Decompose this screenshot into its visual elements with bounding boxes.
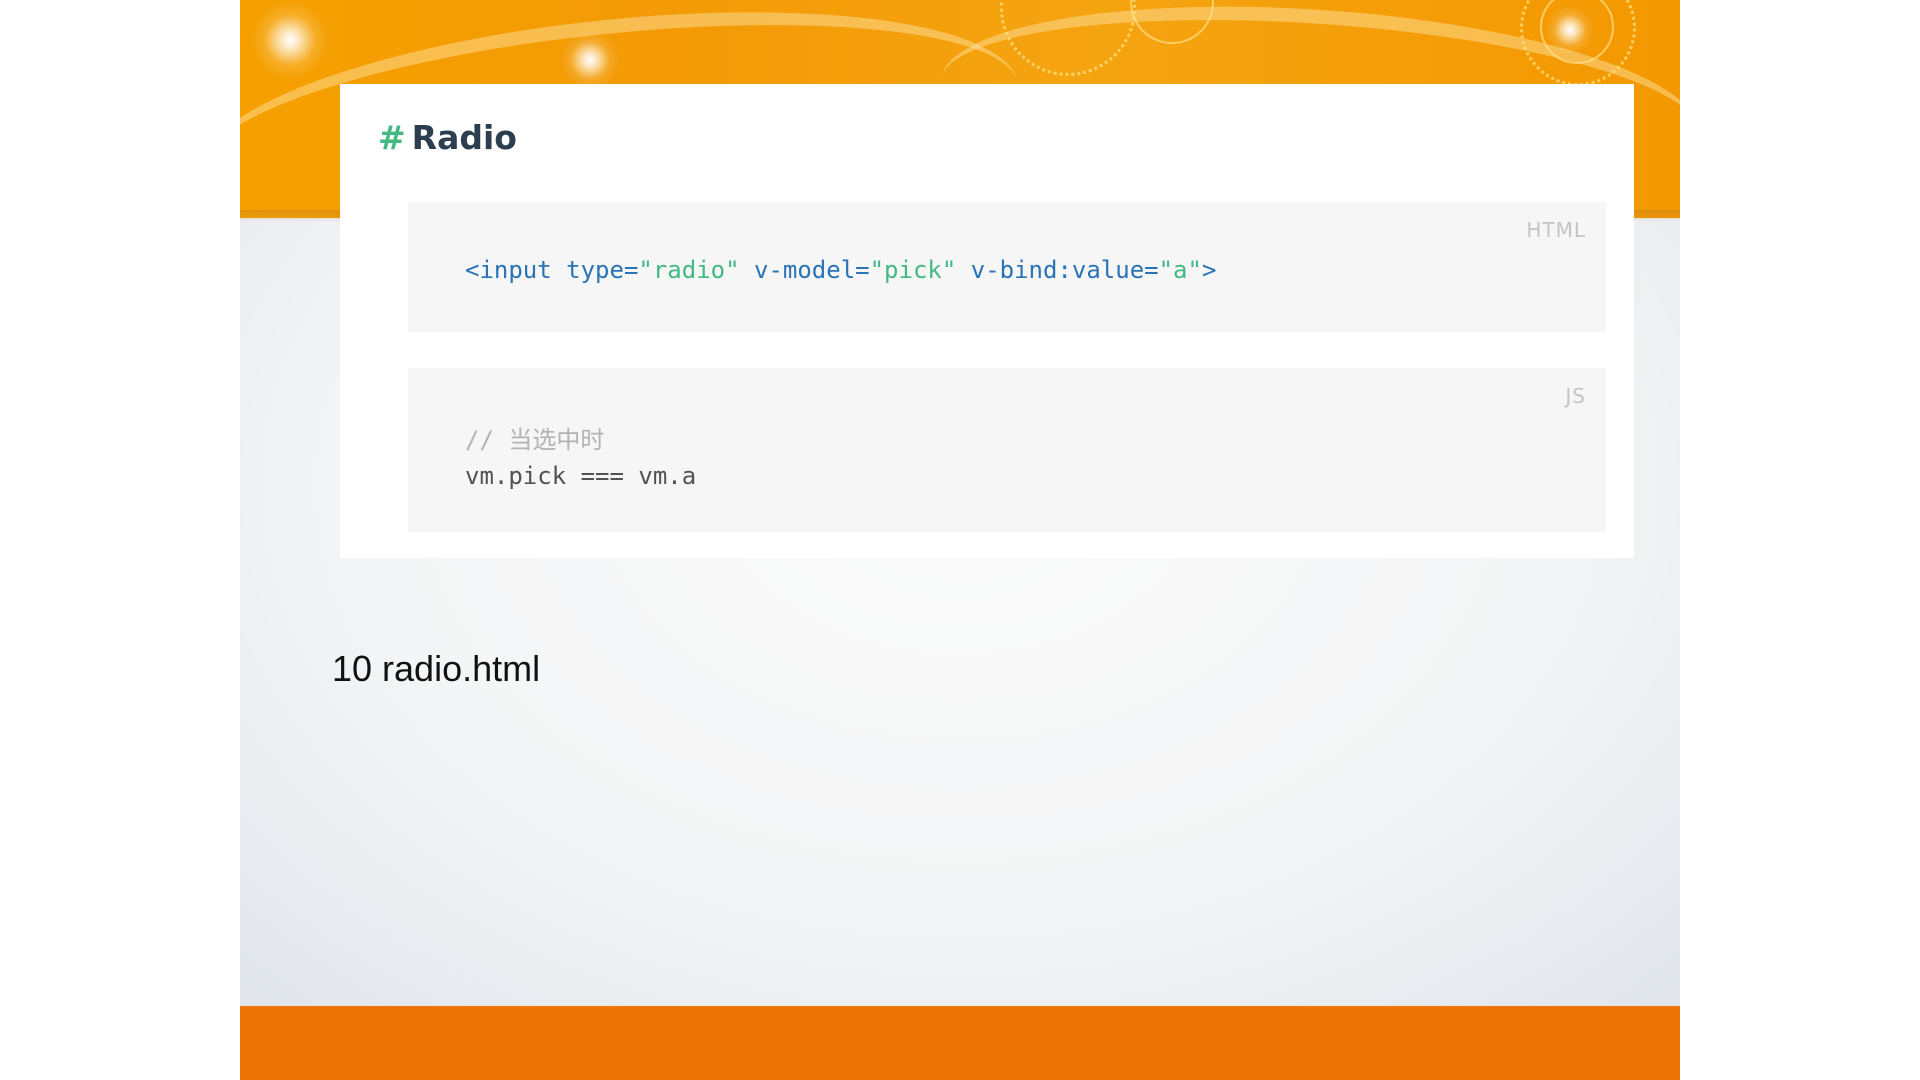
code-language-label: JS — [1565, 384, 1586, 408]
bottom-banner — [240, 1006, 1680, 1080]
code-token-string: "radio" — [638, 256, 740, 284]
code-token-tag: v-bind:value= — [956, 256, 1159, 284]
content-card: # Radio HTML <input type="radio" v-model=… — [340, 84, 1634, 558]
code-expression: vm.pick === vm.a — [465, 462, 697, 490]
js-code-block: JS // 当选中时 vm.pick === vm.a — [408, 368, 1606, 532]
code-token-tag: v-model= — [739, 256, 870, 284]
light-orb — [1545, 5, 1595, 55]
slide-caption: 10 radio.html — [332, 648, 541, 689]
html-code-line: <input type="radio" v-model="pick" v-bin… — [465, 252, 1216, 288]
code-token-tag: > — [1201, 256, 1217, 284]
anchor-hash-link[interactable]: # — [378, 118, 406, 157]
section-heading: # Radio — [378, 118, 517, 157]
code-token-string: "pick" — [869, 256, 957, 284]
code-language-label: HTML — [1526, 218, 1586, 242]
light-orb — [250, 0, 330, 80]
js-code-lines: // 当选中时 vm.pick === vm.a — [465, 422, 696, 494]
code-token-tag: <input type= — [465, 256, 639, 284]
html-code-block: HTML <input type="radio" v-model="pick" … — [408, 202, 1606, 332]
slide: # Radio HTML <input type="radio" v-model=… — [240, 0, 1680, 1080]
code-comment: // 当选中时 — [465, 426, 605, 454]
code-token-string: "a" — [1158, 256, 1202, 284]
section-title: Radio — [411, 118, 517, 157]
light-orb — [560, 30, 620, 90]
